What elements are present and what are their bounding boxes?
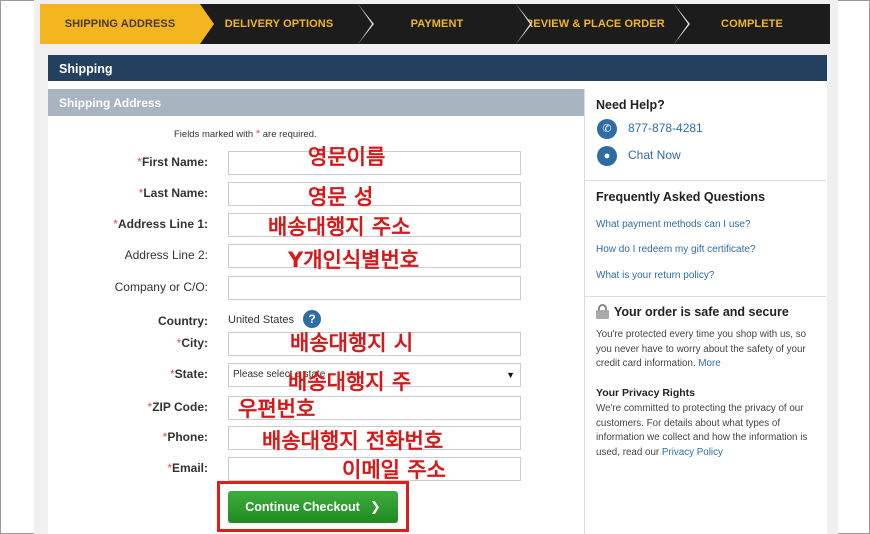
step-complete[interactable]: COMPLETE [674, 4, 830, 44]
company-label: Company or C/O: [114, 280, 208, 294]
step-label: SHIPPING ADDRESS [64, 18, 176, 30]
row-address-line-1: *Address Line 1: [60, 213, 530, 239]
first-name-input[interactable] [228, 151, 521, 175]
chat-now-link[interactable]: Chat Now [628, 148, 681, 162]
required-note-after: are required. [262, 129, 317, 140]
faq-link-payment[interactable]: What payment methods can I use? [596, 219, 751, 230]
more-link[interactable]: More [698, 358, 720, 369]
continue-checkout-label: Continue Checkout [245, 500, 360, 514]
state-select-value: Please select a state [233, 369, 326, 380]
email-label-text: Email: [171, 461, 208, 475]
required-star: * [255, 128, 261, 140]
checkout-steps: SHIPPING ADDRESS DELIVERY OPTIONS PAYMEN… [40, 4, 830, 44]
address1-input[interactable] [228, 213, 521, 237]
lock-icon [596, 304, 609, 319]
faq-link-return-policy[interactable]: What is your return policy? [596, 270, 714, 281]
safe-secure-heading: Your order is safe and secure [614, 305, 789, 319]
email-input[interactable] [228, 457, 521, 481]
city-input[interactable] [228, 332, 521, 356]
row-first-name: *First Name: [60, 151, 530, 177]
last-name-label: *Last Name: [60, 186, 208, 200]
company-input[interactable] [228, 276, 521, 300]
chevron-down-icon: ▼ [506, 370, 515, 380]
first-name-label: *First Name: [60, 155, 208, 169]
continue-checkout-button[interactable]: Continue Checkout ❯ [228, 491, 398, 523]
required-note-before: Fields marked with [174, 129, 254, 140]
privacy-policy-link[interactable]: Privacy Policy [662, 447, 723, 458]
phone-input[interactable] [228, 426, 521, 450]
step-arrow [674, 4, 688, 44]
address2-label: Address Line 2: [124, 248, 208, 262]
row-address-line-2: Address Line 2: [60, 244, 530, 270]
sidebar-divider [585, 180, 826, 181]
phone-number[interactable]: 877-878-4281 [628, 121, 703, 135]
privacy-text: We're committed to protecting the privac… [596, 402, 811, 460]
chat-icon[interactable]: ● [597, 146, 617, 166]
row-phone: *Phone: [60, 426, 530, 452]
sidebar-divider [585, 296, 826, 297]
city-label-text: City: [181, 336, 208, 350]
column-divider [584, 89, 585, 534]
row-email: *Email: [60, 457, 530, 483]
zip-input[interactable] [228, 396, 521, 420]
phone-icon: ✆ [597, 119, 617, 139]
phone-label: *Phone: [60, 430, 208, 444]
chevron-right-icon: ❯ [369, 499, 381, 514]
row-state: *State: Please select a state ▼ [60, 363, 530, 389]
city-label: *City: [60, 336, 208, 350]
faq-link-gift-certificate[interactable]: How do I redeem my gift certificate? [596, 244, 756, 255]
safe-secure-text: You're protected every time you shop wit… [596, 328, 811, 372]
state-label-text: State: [174, 367, 208, 381]
address1-label: *Address Line 1: [60, 217, 208, 231]
step-arrow [516, 4, 530, 44]
row-city: *City: [60, 332, 530, 358]
row-zip: *ZIP Code: [60, 396, 530, 422]
email-label: *Email: [60, 461, 208, 475]
zip-label: *ZIP Code: [60, 400, 208, 414]
row-last-name: *Last Name: [60, 182, 530, 208]
country-label: Country: [158, 314, 208, 328]
step-label: COMPLETE [721, 18, 783, 30]
phone-label-text: Phone: [167, 430, 208, 444]
step-shipping-address[interactable]: SHIPPING ADDRESS [40, 4, 214, 44]
step-label: DELIVERY OPTIONS [224, 18, 334, 30]
state-label: *State: [60, 367, 208, 381]
zip-label-text: ZIP Code: [152, 400, 208, 414]
step-arrow [200, 4, 214, 44]
first-name-label-text: First Name: [141, 155, 208, 169]
step-label: REVIEW & PLACE ORDER [525, 18, 665, 30]
privacy-heading: Your Privacy Rights [596, 387, 696, 399]
address2-input[interactable] [228, 244, 521, 268]
form-title: Shipping Address [48, 89, 584, 116]
last-name-input[interactable] [228, 182, 521, 206]
last-name-label-text: Last Name: [143, 186, 208, 200]
section-title: Shipping [48, 55, 827, 81]
row-company: Company or C/O: [60, 276, 530, 302]
step-delivery-options[interactable]: DELIVERY OPTIONS [200, 4, 374, 44]
step-label: PAYMENT [410, 18, 464, 30]
step-review-place-order[interactable]: REVIEW & PLACE ORDER [516, 4, 690, 44]
state-select[interactable]: Please select a state ▼ [228, 363, 521, 387]
required-note: Fields marked with * are required. [174, 128, 317, 140]
faq-heading: Frequently Asked Questions [596, 190, 766, 204]
step-payment[interactable]: PAYMENT [358, 4, 532, 44]
need-help-heading: Need Help? [596, 98, 665, 112]
help-icon[interactable]: ? [303, 310, 321, 328]
step-arrow [358, 4, 372, 44]
address1-label-text: Address Line 1: [117, 217, 208, 231]
country-value: United States [228, 314, 295, 326]
